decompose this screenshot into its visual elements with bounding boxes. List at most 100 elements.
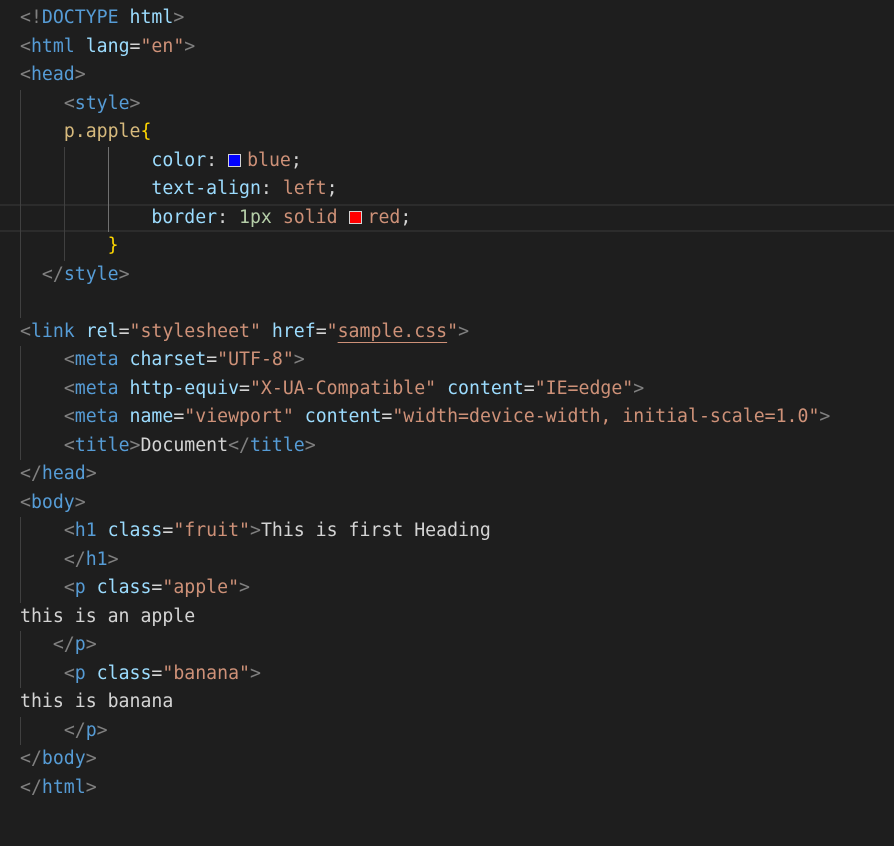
- code-line[interactable]: <head>: [0, 61, 894, 90]
- code-token: =: [239, 377, 250, 399]
- code-line[interactable]: <link rel="stylesheet" href="sample.css"…: [0, 318, 894, 347]
- code-line[interactable]: this is an apple: [0, 603, 894, 632]
- code-token: <: [63, 662, 75, 684]
- code-line[interactable]: </h1>: [0, 545, 894, 574]
- code-token: Document: [140, 434, 229, 456]
- indent-guide: [20, 374, 21, 403]
- code-line[interactable]: </head>: [0, 460, 894, 489]
- color-swatch-icon[interactable]: [228, 153, 242, 167]
- code-token: =: [315, 320, 327, 342]
- code-token: <: [63, 377, 75, 399]
- code-line[interactable]: <meta name="viewport" content="width=dev…: [0, 403, 894, 432]
- color-swatch-icon[interactable]: [348, 210, 362, 224]
- code-token: >: [249, 662, 261, 684]
- code-line[interactable]: <meta http-equiv="X-UA-Compatible" conte…: [0, 374, 894, 403]
- indent-guide: [20, 545, 21, 574]
- code-editor[interactable]: <!DOCTYPE html> <html lang="en"> <head> <s…: [0, 4, 894, 846]
- code-line[interactable]: }: [0, 232, 894, 261]
- code-token: body: [30, 491, 75, 513]
- code-token: >: [85, 463, 97, 484]
- indent-guide: [63, 232, 65, 261]
- code-token: lang: [85, 35, 130, 57]
- code-token: p: [74, 634, 86, 655]
- code-token: rel: [85, 320, 119, 342]
- code-token: p: [85, 719, 97, 741]
- code-line[interactable]: color: blue;: [0, 146, 894, 175]
- code-line[interactable]: border: 1px solid red;: [0, 203, 894, 232]
- code-token: >: [458, 320, 470, 342]
- code-line[interactable]: </style>: [0, 260, 894, 289]
- code-token: class: [96, 577, 152, 598]
- code-token: =: [162, 520, 174, 541]
- code-token: >: [129, 434, 141, 456]
- indent-guide: [20, 118, 21, 147]
- code-line[interactable]: </p>: [0, 631, 894, 660]
- code-line[interactable]: <title>Document</title>: [0, 431, 894, 460]
- code-line[interactable]: <html lang="en">: [0, 33, 894, 62]
- code-line[interactable]: <!DOCTYPE html>: [0, 4, 894, 33]
- code-token: class: [107, 520, 163, 541]
- code-token: <: [63, 349, 75, 370]
- code-token: </: [63, 548, 86, 570]
- code-token: meta: [74, 349, 119, 370]
- code-token: >: [85, 776, 97, 798]
- code-token: >: [85, 748, 97, 769]
- indent-guide: [20, 631, 21, 660]
- code-token: =: [206, 349, 218, 370]
- code-token: border: [151, 206, 218, 228]
- code-token: "IE=edge": [534, 377, 634, 399]
- code-token: >: [304, 434, 316, 456]
- code-token: ;: [400, 206, 412, 228]
- indent-guide: [63, 146, 65, 175]
- code-token: >: [74, 64, 86, 85]
- code-line[interactable]: <p class="banana">: [0, 659, 894, 688]
- code-token: </: [20, 748, 42, 769]
- code-token: >: [249, 520, 261, 541]
- code-token: >: [96, 719, 108, 741]
- code-token: style: [74, 92, 130, 114]
- code-token: class: [96, 662, 152, 684]
- code-token: title: [249, 434, 305, 456]
- code-token: =: [129, 35, 141, 57]
- code-token: "fruit": [173, 520, 250, 541]
- code-token: <: [63, 577, 75, 598]
- indent-guide: [20, 659, 21, 688]
- code-line[interactable]: </body>: [0, 745, 894, 774]
- indent-guide: [20, 89, 21, 118]
- code-line[interactable]: text-align: left;: [0, 175, 894, 204]
- code-token: ": [326, 320, 338, 342]
- indent-guide: [107, 203, 109, 232]
- code-token: =: [151, 662, 163, 684]
- code-line[interactable]: <body>: [0, 489, 894, 518]
- code-line[interactable]: p.apple{: [0, 118, 894, 147]
- code-token: >: [74, 491, 86, 513]
- code-token: <: [20, 35, 31, 57]
- code-line[interactable]: </html>: [0, 774, 894, 803]
- code-token: meta: [74, 377, 119, 399]
- code-line[interactable]: <p class="apple">: [0, 574, 894, 603]
- code-line[interactable]: <style>: [0, 89, 894, 118]
- indent-guide: [20, 232, 21, 261]
- code-token: meta: [74, 406, 119, 427]
- code-token: content: [447, 377, 524, 399]
- code-line[interactable]: [0, 289, 894, 318]
- code-line[interactable]: this is banana: [0, 688, 894, 717]
- indent-guide: [63, 175, 65, 204]
- code-token: >: [107, 548, 119, 570]
- code-line[interactable]: </p>: [0, 716, 894, 745]
- code-token: =: [151, 577, 163, 598]
- indent-guide: [20, 716, 21, 745]
- code-line[interactable]: <h1 class="fruit">This is first Heading: [0, 517, 894, 546]
- code-token: <: [63, 92, 75, 114]
- code-line[interactable]: <meta charset="UTF-8">: [0, 346, 894, 375]
